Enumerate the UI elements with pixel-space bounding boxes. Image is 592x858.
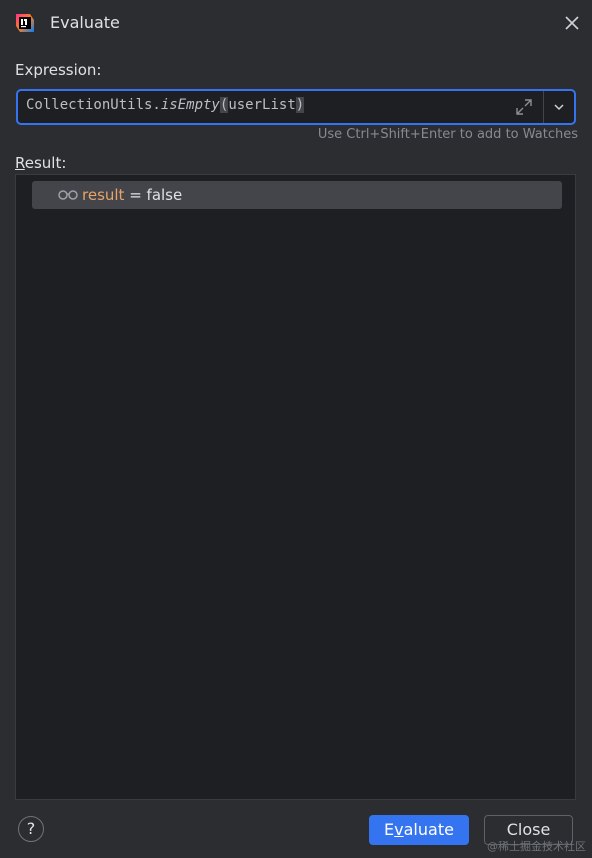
expression-argument: userList [228, 97, 296, 113]
result-row[interactable]: result = false [32, 181, 562, 209]
chevron-down-icon[interactable] [552, 100, 566, 114]
expression-method: isEmpty [160, 97, 220, 113]
result-label: Result: [15, 154, 66, 172]
result-value: false [146, 186, 183, 204]
evaluate-label-first: E [384, 820, 395, 839]
result-tree[interactable]: result = false [15, 174, 576, 800]
result-text: result = false [82, 186, 182, 204]
intellij-idea-icon [16, 14, 34, 32]
evaluate-label-rest: aluate [403, 820, 454, 839]
expression-code[interactable]: CollectionUtils.isEmpty(userList) [26, 97, 305, 113]
expression-input[interactable]: CollectionUtils.isEmpty(userList) [16, 89, 576, 125]
result-label-rest: esult: [24, 154, 67, 172]
result-label-mnemonic: R [15, 154, 25, 172]
expression-label-rest: xpression: [24, 61, 102, 79]
close-icon[interactable] [564, 15, 580, 31]
expand-icon[interactable] [514, 97, 534, 117]
watches-hint: Use Ctrl+Shift+Enter to add to Watches [317, 127, 578, 142]
watermark: @稀土掘金技术社区 [487, 840, 586, 853]
window-title: Evaluate [50, 13, 120, 32]
help-button[interactable]: ? [18, 816, 44, 842]
result-equals: = [124, 186, 147, 204]
result-variable-name: result [82, 186, 125, 204]
expression-label: Expression: [15, 61, 101, 79]
dropdown-separator [543, 91, 544, 123]
evaluate-button[interactable]: Evaluate [369, 815, 469, 845]
title-bar: Evaluate [0, 0, 592, 48]
glasses-icon [58, 190, 78, 200]
expression-class: CollectionUtils. [26, 97, 161, 113]
expression-close-paren: ) [295, 97, 305, 113]
evaluate-label-mnemonic: v [394, 820, 404, 839]
